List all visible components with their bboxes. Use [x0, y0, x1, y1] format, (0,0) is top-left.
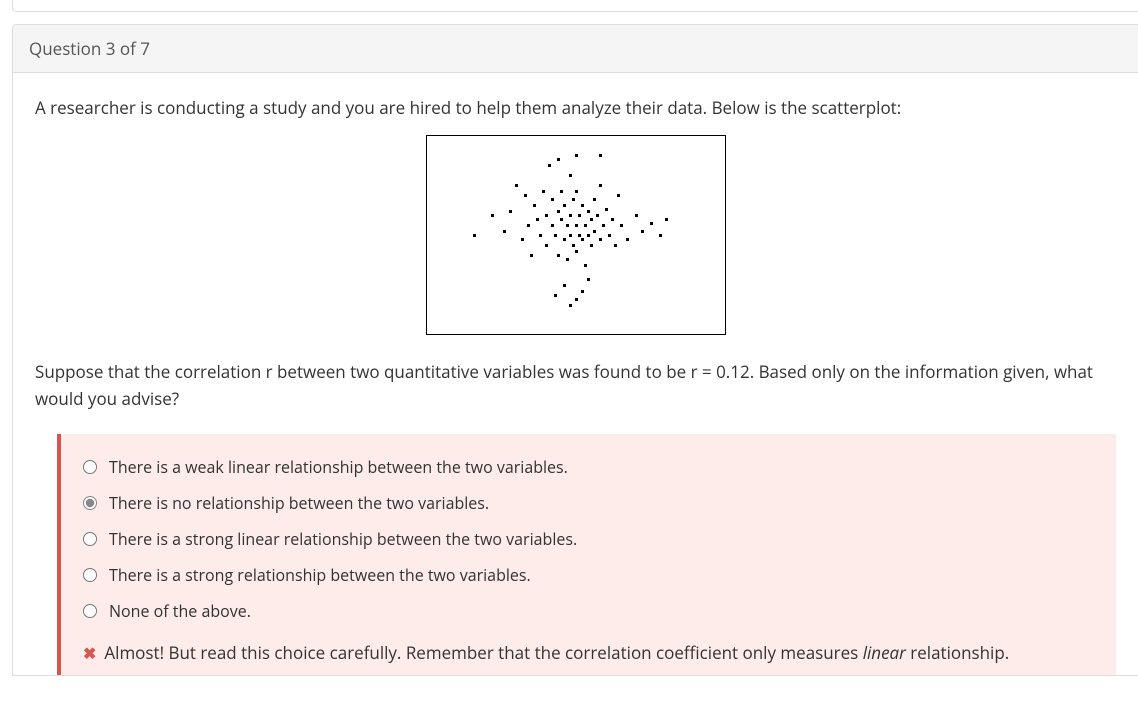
option-3[interactable]: There is a strong relationship between t…: [83, 564, 1094, 586]
option-label-1: There is no relationship between the two…: [109, 492, 489, 514]
option-radio-0[interactable]: [83, 460, 97, 474]
option-label-3: There is a strong relationship between t…: [109, 564, 531, 586]
option-label-0: There is a weak linear relationship betw…: [109, 456, 568, 478]
option-label-2: There is a strong linear relationship be…: [109, 528, 577, 550]
previous-card-stub: [12, 0, 1138, 12]
feedback-post: relationship.: [906, 641, 1009, 664]
question-number: Question 3 of 7: [29, 37, 150, 60]
feedback-pre: Almost! But read this choice carefully. …: [104, 641, 862, 664]
option-radio-3[interactable]: [83, 568, 97, 582]
option-2[interactable]: There is a strong linear relationship be…: [83, 528, 1094, 550]
scatterplot-container: [35, 135, 1116, 340]
feedback-italic: linear: [863, 641, 906, 664]
option-0[interactable]: There is a weak linear relationship betw…: [83, 456, 1094, 478]
options-list: There is a weak linear relationship betw…: [83, 456, 1094, 622]
scatterplot: [426, 135, 726, 335]
incorrect-icon: ✖: [83, 641, 96, 665]
option-radio-1[interactable]: [83, 496, 97, 510]
question-card: Question 3 of 7 A researcher is conducti…: [12, 24, 1138, 676]
question-body: A researcher is conducting a study and y…: [13, 73, 1138, 675]
feedback-text: Almost! But read this choice carefully. …: [104, 640, 1009, 666]
prompt-text-1: A researcher is conducting a study and y…: [35, 95, 1116, 121]
option-1[interactable]: There is no relationship between the two…: [83, 492, 1094, 514]
answer-feedback-panel: There is a weak linear relationship betw…: [57, 434, 1116, 676]
option-radio-4[interactable]: [83, 604, 97, 618]
option-4[interactable]: None of the above.: [83, 600, 1094, 622]
option-label-4: None of the above.: [109, 600, 251, 622]
option-radio-2[interactable]: [83, 532, 97, 546]
question-header: Question 3 of 7: [13, 25, 1138, 73]
prompt-text-2: Suppose that the correlation r between t…: [35, 358, 1116, 412]
feedback-message: ✖ Almost! But read this choice carefully…: [83, 640, 1094, 666]
